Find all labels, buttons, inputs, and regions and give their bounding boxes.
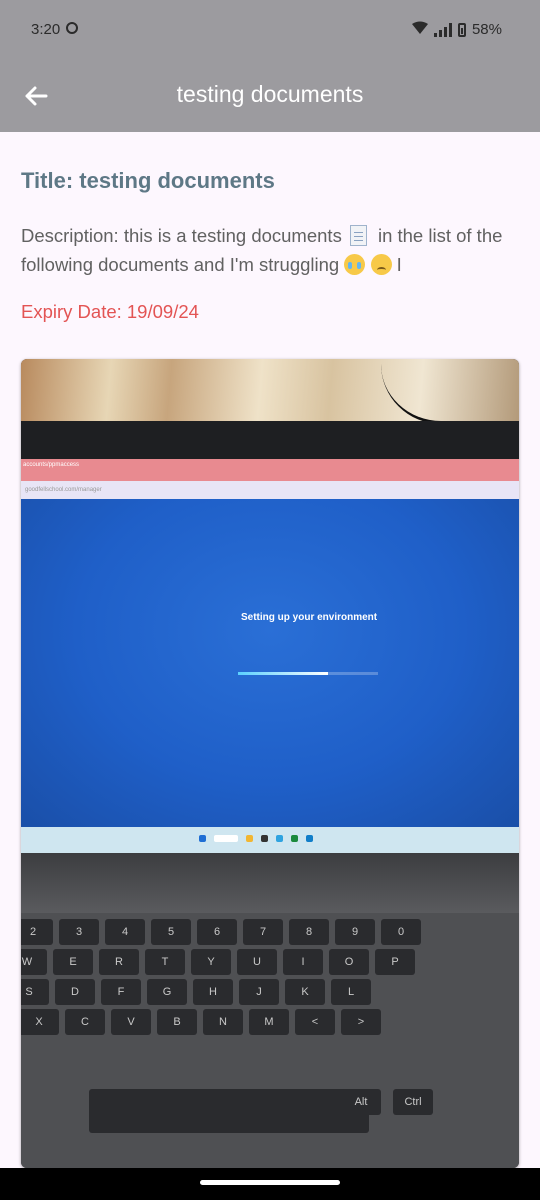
keyboard: 234567890 WERTYUIOP SDFGHJKL X C V B N M < > Al… (21, 913, 519, 1168)
status-bar: 3:20 58% (0, 0, 540, 60)
signal-icon (433, 22, 452, 37)
document-icon (349, 225, 367, 246)
taskbar (21, 827, 519, 853)
keyboard-key: K (285, 979, 325, 1005)
keyboard-key: 9 (335, 919, 375, 945)
key-row-home: SDFGHJKL (21, 979, 371, 1005)
keyboard-key: L (331, 979, 371, 1005)
key-row-numbers: 234567890 (21, 919, 421, 945)
notification-icon (66, 22, 78, 34)
keyboard-key: M (249, 1009, 289, 1035)
search-box (214, 835, 238, 842)
app-icon (261, 835, 268, 842)
keyboard-key: C (65, 1009, 105, 1035)
keyboard-key: N (203, 1009, 243, 1035)
keyboard-key: > (341, 1009, 381, 1035)
laptop-bezel (21, 421, 519, 459)
keyboard-key: W (21, 949, 47, 975)
keyboard-key: 2 (21, 919, 53, 945)
keyboard-key: F (101, 979, 141, 1005)
keyboard-key: T (145, 949, 185, 975)
ctrl-key: Ctrl (393, 1089, 433, 1115)
description-text-start: Description: this is a testing documents (21, 225, 342, 246)
keyboard-key: Y (191, 949, 231, 975)
store-icon (291, 835, 298, 842)
keyboard-key: R (99, 949, 139, 975)
battery-icon (457, 22, 466, 37)
keyboard-key: G (147, 979, 187, 1005)
keyboard-key: D (55, 979, 95, 1005)
keyboard-key: 0 (381, 919, 421, 945)
keyboard-key: I (283, 949, 323, 975)
keyboard-key: X (21, 1009, 59, 1035)
keyboard-key: H (193, 979, 233, 1005)
keyboard-key: E (53, 949, 93, 975)
keyboard-key: < (295, 1009, 335, 1035)
wifi-icon (411, 21, 428, 38)
keyboard-key: S (21, 979, 49, 1005)
mail-icon (306, 835, 313, 842)
keyboard-key: O (329, 949, 369, 975)
edge-icon (276, 835, 283, 842)
windows-icon (199, 835, 206, 842)
keyboard-key: 7 (243, 919, 283, 945)
key-row-top: WERTYUIOP (21, 949, 415, 975)
keyboard-key: B (157, 1009, 197, 1035)
keyboard-key: 5 (151, 919, 191, 945)
document-photo[interactable]: accounts/ppmaccess goodfellschool.com/ma… (21, 359, 519, 1168)
setup-progress-fill (238, 672, 328, 675)
keyboard-key: V (111, 1009, 151, 1035)
page-title: testing documents (176, 81, 364, 107)
alt-key: Alt (341, 1089, 381, 1115)
sad-face-icon (370, 254, 392, 275)
keyboard-key: 6 (197, 919, 237, 945)
laptop-screen (21, 499, 519, 827)
battery-percent: 58% (471, 21, 502, 38)
app-bar: testing documents (0, 60, 540, 132)
setup-message: Setting up your environment (241, 612, 378, 623)
laptop-body (21, 853, 519, 913)
status-time: 3:20 (31, 21, 61, 38)
keyboard-key: 3 (59, 919, 99, 945)
status-icons: 58% (411, 21, 502, 38)
keyboard-key: P (375, 949, 415, 975)
expiry-date: Expiry Date: 19/09/24 (21, 301, 199, 322)
keyboard-key: J (239, 979, 279, 1005)
document-title: Title: testing documents (21, 168, 275, 193)
browser-url-bar: goodfellschool.com/manager (21, 481, 519, 499)
keyboard-key: U (237, 949, 277, 975)
key-row-bottom: X C V B N M < > (21, 1009, 381, 1035)
keyboard-key: 4 (105, 919, 145, 945)
navigation-bar (0, 1168, 540, 1200)
space-bar (89, 1089, 369, 1133)
description-text-end: I (396, 254, 402, 275)
taskbar-icons (199, 835, 313, 842)
crying-face-icon (344, 254, 366, 275)
document-description: Description: this is a testing documents… (21, 221, 521, 279)
setup-progress-bar (238, 672, 378, 675)
home-gesture-handle[interactable] (200, 1180, 340, 1185)
browser-tab-label: accounts/ppmaccess (23, 462, 80, 468)
keyboard-key: 8 (289, 919, 329, 945)
folder-icon (246, 835, 253, 842)
